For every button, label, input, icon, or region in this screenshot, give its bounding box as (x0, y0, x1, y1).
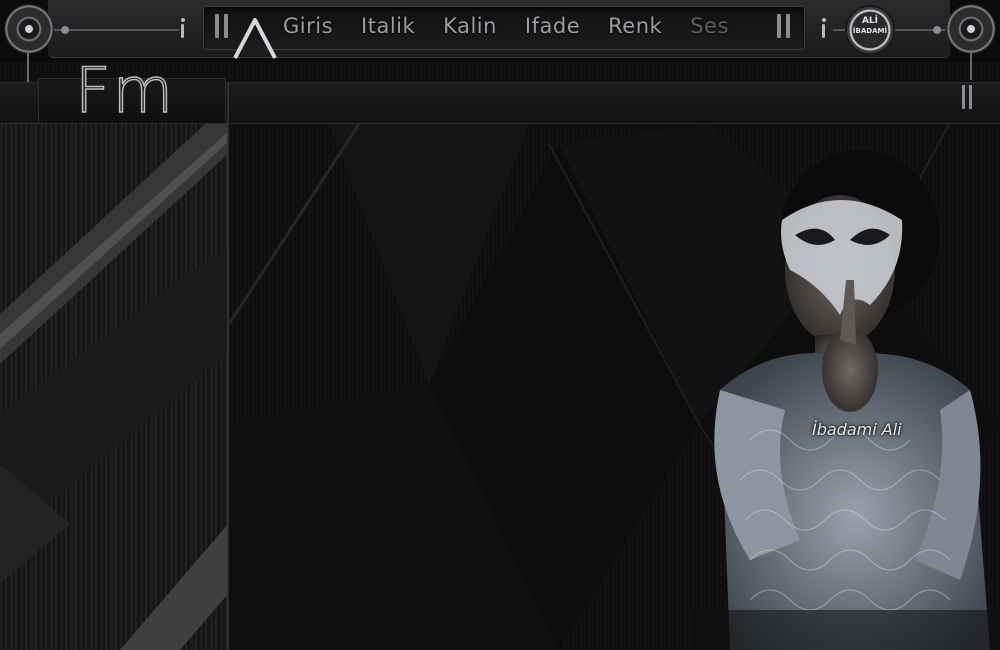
menu-item-italik[interactable]: Italik (361, 14, 428, 38)
menu-item-giris[interactable]: Giris (283, 14, 346, 38)
right-wire-dot (933, 26, 941, 34)
wood-chevron-decoration (0, 124, 228, 650)
masked-woman-photo (690, 150, 1000, 650)
signature-watermark: İbadami Ali (812, 420, 902, 439)
right-drop-line (970, 50, 972, 80)
right-pill-dot (822, 18, 826, 22)
left-ring-knob[interactable] (4, 4, 54, 54)
left-wire-dot (61, 26, 69, 34)
menu-item-ifade[interactable]: Ifade (525, 14, 593, 38)
ring-dot (967, 25, 975, 33)
left-pill-dot (181, 18, 185, 22)
left-grip-icon (215, 14, 228, 38)
page-root: ALİ İBADAMİ A Giris Italik Kalin Ifade R… (0, 0, 1000, 650)
menu-item-kalin[interactable]: Kalin (443, 14, 510, 38)
ali-badge-logo[interactable]: ALİ İBADAMİ (847, 7, 893, 53)
left-pill (181, 24, 184, 38)
fm-logo: Fm (74, 54, 176, 127)
menu-item-renk[interactable]: Renk (608, 14, 675, 38)
logo-letter: A (255, 58, 256, 61)
menu-item-ses[interactable]: Ses (690, 14, 742, 38)
right-pill (822, 24, 825, 38)
badge-line-1: ALİ (861, 16, 879, 26)
main-menu: Giris Italik Kalin Ifade Renk Ses (283, 14, 742, 38)
strip-grip-icon (962, 85, 972, 109)
a-logo-icon[interactable]: A (231, 14, 279, 62)
right-ring-knob[interactable] (946, 4, 996, 54)
left-sidebar (0, 124, 228, 650)
left-wire (54, 29, 179, 31)
right-grip-icon (777, 14, 790, 38)
ring-dot (25, 25, 33, 33)
badge-line-2: İBADAMİ (852, 27, 888, 35)
